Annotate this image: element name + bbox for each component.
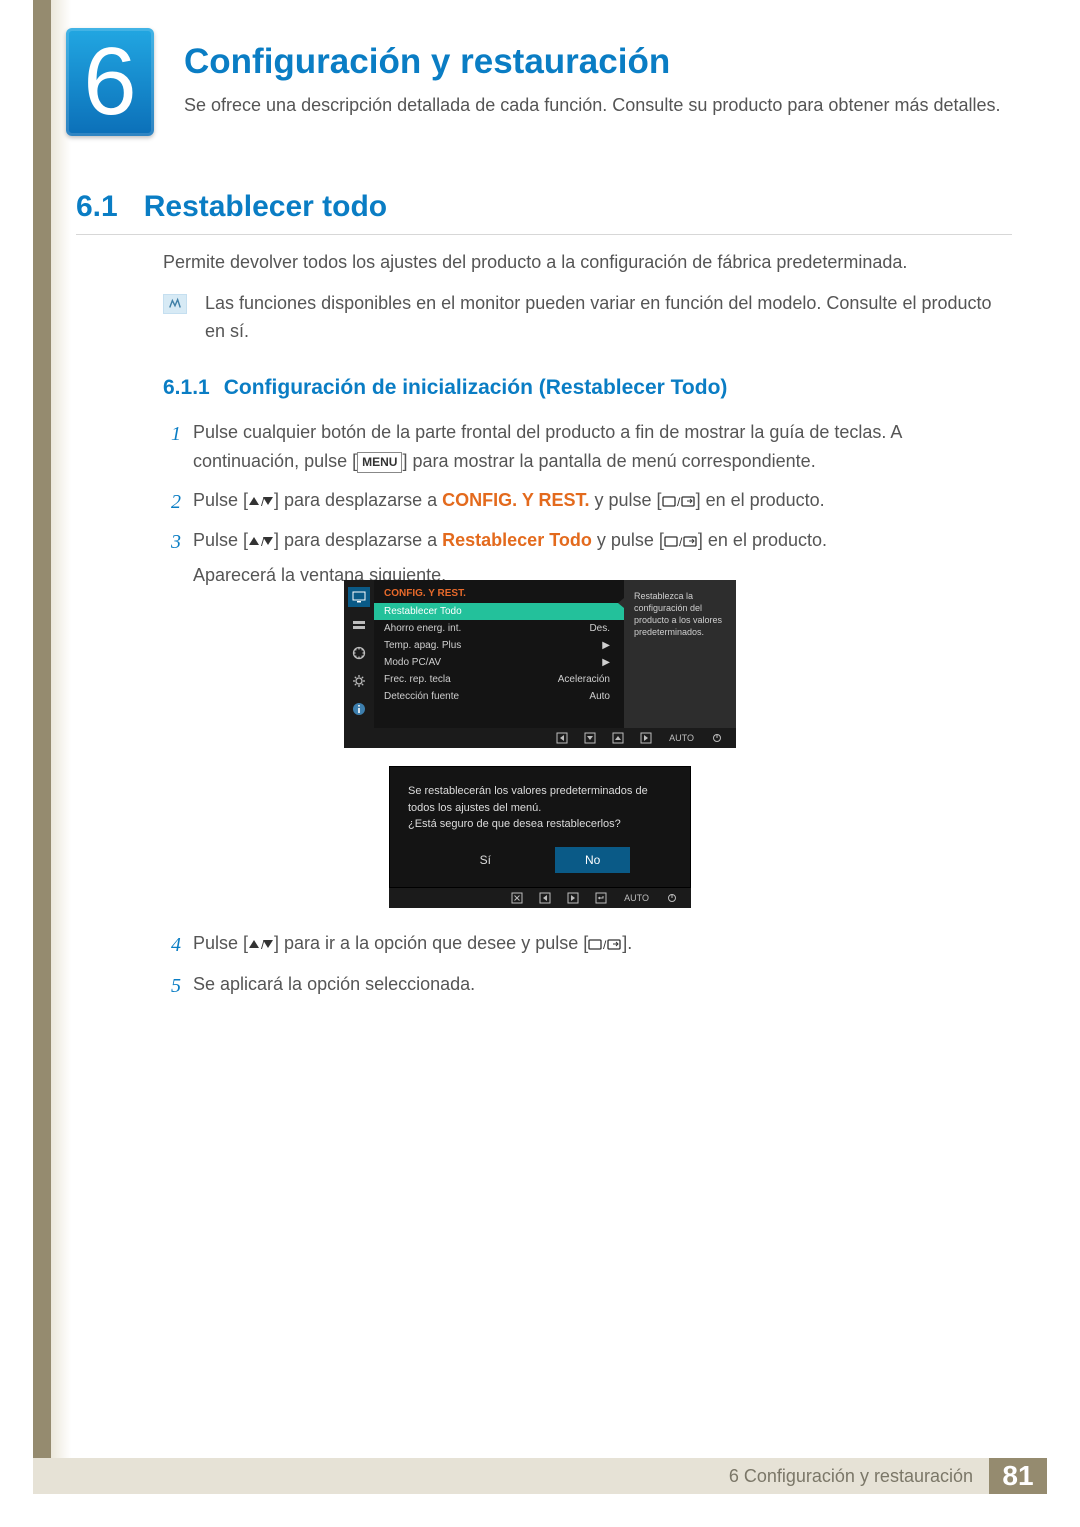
steps-list: 1 Pulse cualquier botón de la parte fron…	[155, 418, 1012, 600]
subsection-heading: 6.1.1 Configuración de inicialización (Re…	[163, 376, 727, 400]
step-2: 2 Pulse [/] para desplazarse a CONFIG. Y…	[155, 486, 1012, 517]
osd-row-3-value: ▶	[602, 657, 610, 668]
osd-tab-gear-icon	[349, 672, 369, 690]
subsection-title: Configuración de inicialización (Restabl…	[224, 376, 728, 399]
step-4-a: Pulse [	[193, 933, 248, 953]
osd-row-5-value: Auto	[589, 691, 610, 702]
osd-menu-row: Frec. rep. tecla Aceleración	[374, 671, 624, 688]
step-4-b: ] para ir a la opción que desee y pulse …	[274, 933, 588, 953]
chapter-intro: Se ofrece una descripción detallada de c…	[184, 92, 1010, 120]
nav-close-icon	[512, 893, 522, 903]
osd-row-0-label: Restablecer Todo	[384, 606, 462, 617]
osd-menu-row-selected: Restablecer Todo	[374, 603, 624, 620]
nav-auto-label: AUTO	[669, 733, 694, 743]
osd-tab-settings-icon	[349, 644, 369, 662]
step-2-a: Pulse [	[193, 490, 248, 510]
enter-source-icon: /	[662, 488, 696, 517]
osd-nav-bar: AUTO	[344, 728, 736, 748]
note-icon	[163, 294, 187, 314]
up-down-arrows-icon: /	[248, 488, 274, 517]
osd-menu-row: Modo PC/AV ▶	[374, 654, 624, 671]
step-3-c: y pulse [	[592, 530, 664, 550]
step-1: 1 Pulse cualquier botón de la parte fron…	[155, 418, 1012, 476]
svg-text:/: /	[603, 938, 607, 952]
nav-left-icon	[557, 733, 567, 743]
osd-dialog-line-2: ¿Está seguro de que desea restablecerlos…	[408, 816, 672, 833]
step-3-d: ] en el producto.	[698, 530, 827, 550]
osd-dialog-line-1: Se restablecerán los valores predetermin…	[408, 783, 672, 816]
osd-tab-display-icon	[349, 616, 369, 634]
footer-page-number: 81	[989, 1458, 1047, 1494]
step-2-c: y pulse [	[590, 490, 662, 510]
osd-confirm-dialog: Se restablecerán los valores predetermin…	[389, 766, 691, 888]
chapter-number-badge: 6	[66, 28, 154, 136]
osd-dialog-no: No	[555, 847, 630, 873]
osd-menu-main: CONFIG. Y REST. Restablecer Todo Ahorro …	[374, 580, 624, 728]
osd-row-2-label: Temp. apag. Plus	[384, 640, 461, 651]
nav-power-icon	[667, 893, 677, 903]
section-number: 6.1	[76, 190, 118, 223]
osd-row-4-label: Frec. rep. tecla	[384, 674, 451, 685]
step-5-text: Se aplicará la opción seleccionada.	[193, 974, 475, 994]
osd-row-4-value: Aceleración	[558, 674, 610, 685]
osd-menu-row: Ahorro energ. int. Des.	[374, 620, 624, 637]
osd-menu-title: CONFIG. Y REST.	[374, 580, 624, 603]
step-3-kw: Restablecer Todo	[442, 530, 592, 550]
osd-menu-row: Temp. apag. Plus ▶	[374, 637, 624, 654]
note-text: Las funciones disponibles en el monitor …	[205, 290, 1012, 346]
osd-menu-row: Detección fuente Auto	[374, 688, 624, 705]
step-3-b: ] para desplazarse a	[274, 530, 442, 550]
step-4: 4 Pulse [/] para ir a la opción que dese…	[155, 929, 1012, 960]
step-2-kw: CONFIG. Y REST.	[442, 490, 589, 510]
osd-row-1-value: Des.	[589, 623, 610, 634]
menu-key-icon: MENU	[357, 452, 402, 473]
step-4-c: ].	[622, 933, 632, 953]
left-accent-bar	[33, 0, 51, 1466]
svg-text:/: /	[679, 535, 683, 549]
nav-power-icon	[712, 733, 722, 743]
osd-menu-window: CONFIG. Y REST. Restablecer Todo Ahorro …	[344, 580, 736, 728]
svg-text:/: /	[677, 495, 681, 509]
step-2-d: ] en el producto.	[696, 490, 825, 510]
osd-illustration: CONFIG. Y REST. Restablecer Todo Ahorro …	[344, 580, 736, 908]
step-2-b: ] para desplazarse a	[274, 490, 442, 510]
step-1-post: ] para mostrar la pantalla de menú corre…	[402, 451, 815, 471]
up-down-arrows-icon: /	[248, 931, 274, 960]
left-fade	[51, 0, 71, 1466]
osd-tab-picture-icon	[349, 588, 369, 606]
steps-list-continued: 4 Pulse [/] para ir a la opción que dese…	[155, 929, 1012, 1009]
osd-tooltip: Restablezca la configuración del product…	[624, 580, 736, 728]
nav-left-icon	[540, 893, 550, 903]
nav-right-icon	[641, 733, 651, 743]
chapter-title: Configuración y restauración	[184, 42, 670, 82]
section-heading: 6.1 Restablecer todo	[76, 190, 387, 224]
nav-right-icon	[568, 893, 578, 903]
osd-row-3-label: Modo PC/AV	[384, 657, 441, 668]
osd-dialog-yes: Sí	[450, 847, 521, 873]
nav-up-icon	[613, 733, 623, 743]
step-5: 5Se aplicará la opción seleccionada.	[155, 970, 1012, 999]
osd-row-2-value: ▶	[602, 640, 610, 651]
footer-label: 6 Configuración y restauración	[729, 1466, 973, 1487]
enter-source-icon: /	[664, 528, 698, 557]
note-block: Las funciones disponibles en el monitor …	[163, 290, 1012, 346]
osd-row-1-label: Ahorro energ. int.	[384, 623, 461, 634]
osd-tab-info-icon	[349, 700, 369, 718]
chapter-number: 6	[83, 34, 136, 130]
osd-dialog-buttons: Sí No	[408, 847, 672, 873]
up-down-arrows-icon: /	[248, 528, 274, 557]
footer-bar: 6 Configuración y restauración 81	[33, 1458, 1047, 1494]
step-3-a: Pulse [	[193, 530, 248, 550]
nav-enter-icon	[596, 893, 606, 903]
section-title: Restablecer todo	[144, 190, 387, 223]
nav-auto-label: AUTO	[624, 893, 649, 903]
nav-down-icon	[585, 733, 595, 743]
enter-source-icon: /	[588, 931, 622, 960]
section-description: Permite devolver todos los ajustes del p…	[163, 252, 1012, 273]
subsection-number: 6.1.1	[163, 376, 210, 399]
osd-sidebar	[344, 580, 374, 728]
osd-nav-bar-2: AUTO	[389, 888, 691, 908]
section-divider	[76, 234, 1012, 235]
osd-row-5-label: Detección fuente	[384, 691, 459, 702]
